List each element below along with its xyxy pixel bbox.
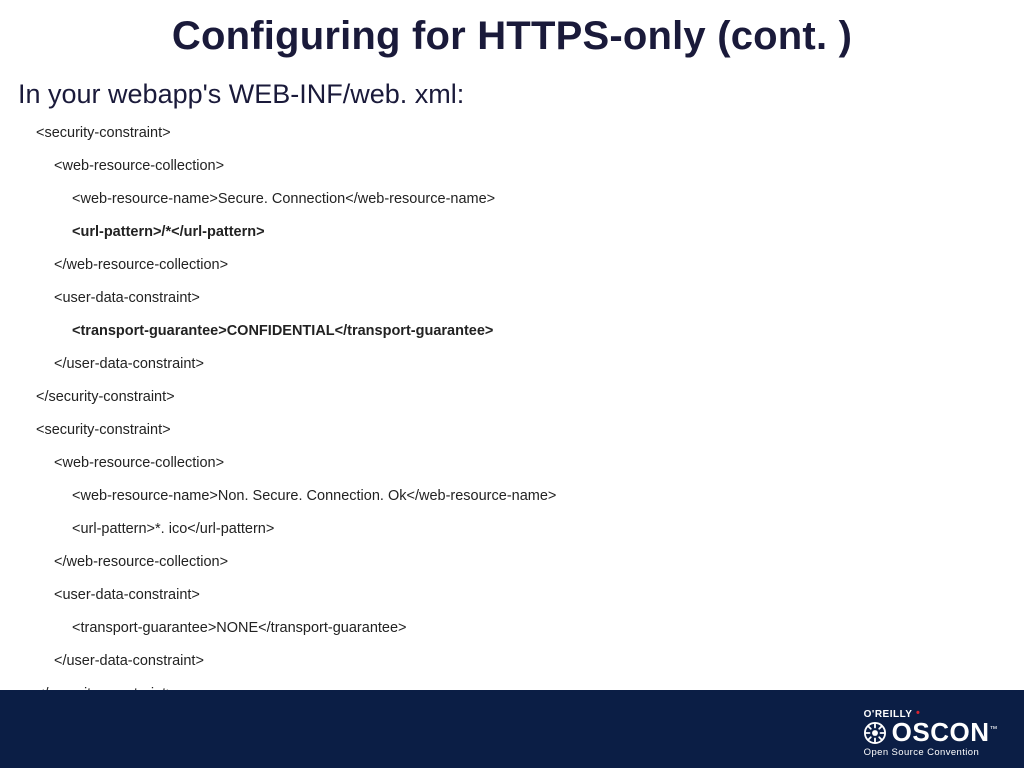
code-line: <user-data-constraint>	[36, 588, 988, 603]
logo-row: OSCON™	[864, 720, 998, 745]
code-line: <user-data-constraint>	[36, 291, 988, 306]
logo-text: OSCON™	[892, 720, 998, 745]
code-line: <web-resource-collection>	[36, 456, 988, 471]
footer-bar: O'REILLY •	[0, 690, 1024, 768]
slide-title: Configuring for HTTPS-only (cont. )	[0, 0, 1024, 59]
code-line: </security-constraint>	[36, 390, 988, 405]
trademark-icon: ™	[990, 725, 999, 734]
code-line: </user-data-constraint>	[36, 654, 988, 669]
slide: Configuring for HTTPS-only (cont. ) In y…	[0, 0, 1024, 768]
code-line: <transport-guarantee>NONE</transport-gua…	[36, 621, 988, 636]
code-line: <url-pattern>/*</url-pattern>	[36, 225, 988, 240]
code-line: <web-resource-name>Secure. Connection</w…	[36, 192, 988, 207]
code-line: <transport-guarantee>CONFIDENTIAL</trans…	[36, 324, 988, 339]
code-line: <security-constraint>	[36, 423, 988, 438]
code-block: <security-constraint> <web-resource-coll…	[0, 110, 1024, 702]
code-line: <url-pattern>*. ico</url-pattern>	[36, 522, 988, 537]
code-line: </web-resource-collection>	[36, 258, 988, 273]
footer-logo: O'REILLY •	[864, 707, 998, 758]
logo-tagline: Open Source Convention	[864, 747, 998, 758]
slide-subtitle: In your webapp's WEB-INF/web. xml:	[0, 59, 1024, 110]
code-line: </user-data-constraint>	[36, 357, 988, 372]
oscon-icon	[864, 722, 886, 744]
code-line: <web-resource-name>Non. Secure. Connecti…	[36, 489, 988, 504]
code-line: <web-resource-collection>	[36, 159, 988, 174]
code-line: <security-constraint>	[36, 126, 988, 141]
code-line: </web-resource-collection>	[36, 555, 988, 570]
